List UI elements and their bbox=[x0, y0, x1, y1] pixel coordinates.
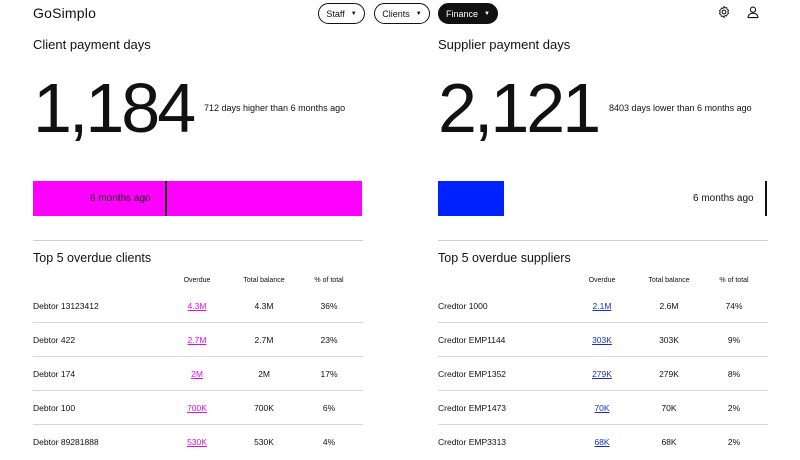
client-comparison-bar: 6 months ago bbox=[33, 181, 362, 216]
table-row[interactable]: Credtor EMP1352 279K 279K 8% bbox=[438, 357, 768, 391]
supplier-overdue-link[interactable]: 68K bbox=[567, 437, 637, 447]
client-six-months-marker bbox=[165, 181, 167, 216]
client-divider bbox=[33, 240, 363, 241]
client-col-pct-total: % of total bbox=[314, 277, 344, 284]
chevron-down-icon: ▼ bbox=[415, 10, 422, 17]
client-pct: 36% bbox=[320, 301, 338, 311]
supplier-pct: 74% bbox=[725, 301, 743, 311]
table-row[interactable]: Credtor EMP1144 303K 303K 9% bbox=[438, 323, 768, 357]
table-row[interactable]: Debtor 89281888 530K 530K 4% bbox=[33, 425, 363, 459]
table-row[interactable]: Debtor 100 700K 700K 6% bbox=[33, 391, 363, 425]
supplier-name: Credtor EMP3313 bbox=[438, 437, 507, 447]
supplier-panel-title: Supplier payment days bbox=[438, 37, 571, 52]
client-payment-days-value: 1,184 bbox=[33, 69, 196, 147]
client-panel-title: Client payment days bbox=[33, 37, 151, 52]
client-name: Debtor 422 bbox=[33, 335, 76, 345]
supplier-balance: 2.6M bbox=[659, 301, 679, 311]
supplier-pct: 2% bbox=[727, 437, 741, 447]
supplier-overdue-link[interactable]: 70K bbox=[567, 403, 637, 413]
supplier-balance: 279K bbox=[659, 369, 679, 379]
client-name: Debtor 89281888 bbox=[33, 437, 99, 447]
client-balance: 4.3M bbox=[254, 301, 274, 311]
supplier-overdue-link[interactable]: 2.1M bbox=[567, 301, 637, 311]
client-overdue-link[interactable]: 2M bbox=[162, 369, 232, 379]
supplier-overdue-link[interactable]: 303K bbox=[567, 335, 637, 345]
supplier-divider bbox=[438, 240, 768, 241]
supplier-pct: 8% bbox=[727, 369, 741, 379]
client-name: Debtor 100 bbox=[33, 403, 76, 413]
supplier-six-months-marker bbox=[765, 181, 767, 216]
supplier-name: Credtor EMP1144 bbox=[438, 335, 506, 345]
client-overdue-link[interactable]: 700K bbox=[162, 403, 232, 413]
table-row[interactable]: Credtor EMP1473 70K 70K 2% bbox=[438, 391, 768, 425]
supplier-balance: 303K bbox=[659, 335, 679, 345]
client-pct: 17% bbox=[320, 369, 338, 379]
supplier-comparison-bar: 6 months ago bbox=[438, 181, 767, 216]
clients-menu-button[interactable]: Clients ▼ bbox=[374, 3, 430, 24]
table-row[interactable]: Credtor EMP3313 68K 68K 2% bbox=[438, 425, 768, 459]
client-col-total-balance: Total balance bbox=[243, 277, 285, 284]
client-balance: 2M bbox=[258, 369, 270, 379]
table-row[interactable]: Debtor 13123412 4.3M 4.3M 36% bbox=[33, 289, 363, 323]
client-name: Debtor 174 bbox=[33, 369, 76, 379]
client-pct: 4% bbox=[322, 437, 336, 447]
client-balance: 530K bbox=[254, 437, 274, 447]
client-overdue-link[interactable]: 2.7M bbox=[162, 335, 232, 345]
table-row[interactable]: Debtor 174 2M 2M 17% bbox=[33, 357, 363, 391]
supplier-delta-text: 8403 days lower than 6 months ago bbox=[609, 103, 752, 113]
client-name: Debtor 13123412 bbox=[33, 301, 99, 311]
supplier-col-total-balance: Total balance bbox=[648, 277, 690, 284]
supplier-name: Credtor EMP1473 bbox=[438, 403, 507, 413]
client-overdue-link[interactable]: 4.3M bbox=[162, 301, 232, 311]
client-current-bar-fill bbox=[33, 181, 362, 216]
client-section-title: Top 5 overdue clients bbox=[33, 251, 152, 265]
client-col-overdue: Overdue bbox=[183, 277, 211, 284]
client-balance: 700K bbox=[254, 403, 274, 413]
supplier-section-title: Top 5 overdue suppliers bbox=[438, 251, 571, 265]
clients-menu-label: Clients bbox=[382, 8, 410, 19]
supplier-pct: 2% bbox=[727, 403, 741, 413]
supplier-balance: 70K bbox=[661, 403, 677, 413]
supplier-balance: 68K bbox=[661, 437, 677, 447]
supplier-col-overdue: Overdue bbox=[588, 277, 616, 284]
client-balance: 2.7M bbox=[254, 335, 274, 345]
client-overdue-link[interactable]: 530K bbox=[162, 437, 232, 447]
client-delta-text: 712 days higher than 6 months ago bbox=[204, 103, 346, 113]
client-pct: 23% bbox=[320, 335, 338, 345]
supplier-six-months-label: 6 months ago bbox=[693, 193, 754, 204]
table-row[interactable]: Credtor 1000 2.1M 2.6M 74% bbox=[438, 289, 768, 323]
client-payment-panel: Client payment days 1,184 712 days highe… bbox=[33, 0, 363, 460]
client-six-months-label: 6 months ago bbox=[90, 193, 151, 204]
supplier-payment-panel: Supplier payment days 2,121 8403 days lo… bbox=[438, 0, 768, 460]
supplier-overdue-link[interactable]: 279K bbox=[567, 369, 637, 379]
supplier-current-bar-fill bbox=[438, 181, 504, 216]
supplier-name: Credtor EMP1352 bbox=[438, 369, 507, 379]
table-row[interactable]: Debtor 422 2.7M 2.7M 23% bbox=[33, 323, 363, 357]
supplier-payment-days-value: 2,121 bbox=[438, 69, 601, 147]
supplier-col-pct-total: % of total bbox=[719, 277, 749, 284]
client-pct: 6% bbox=[322, 403, 336, 413]
supplier-pct: 9% bbox=[727, 335, 741, 345]
supplier-name: Credtor 1000 bbox=[438, 301, 488, 311]
